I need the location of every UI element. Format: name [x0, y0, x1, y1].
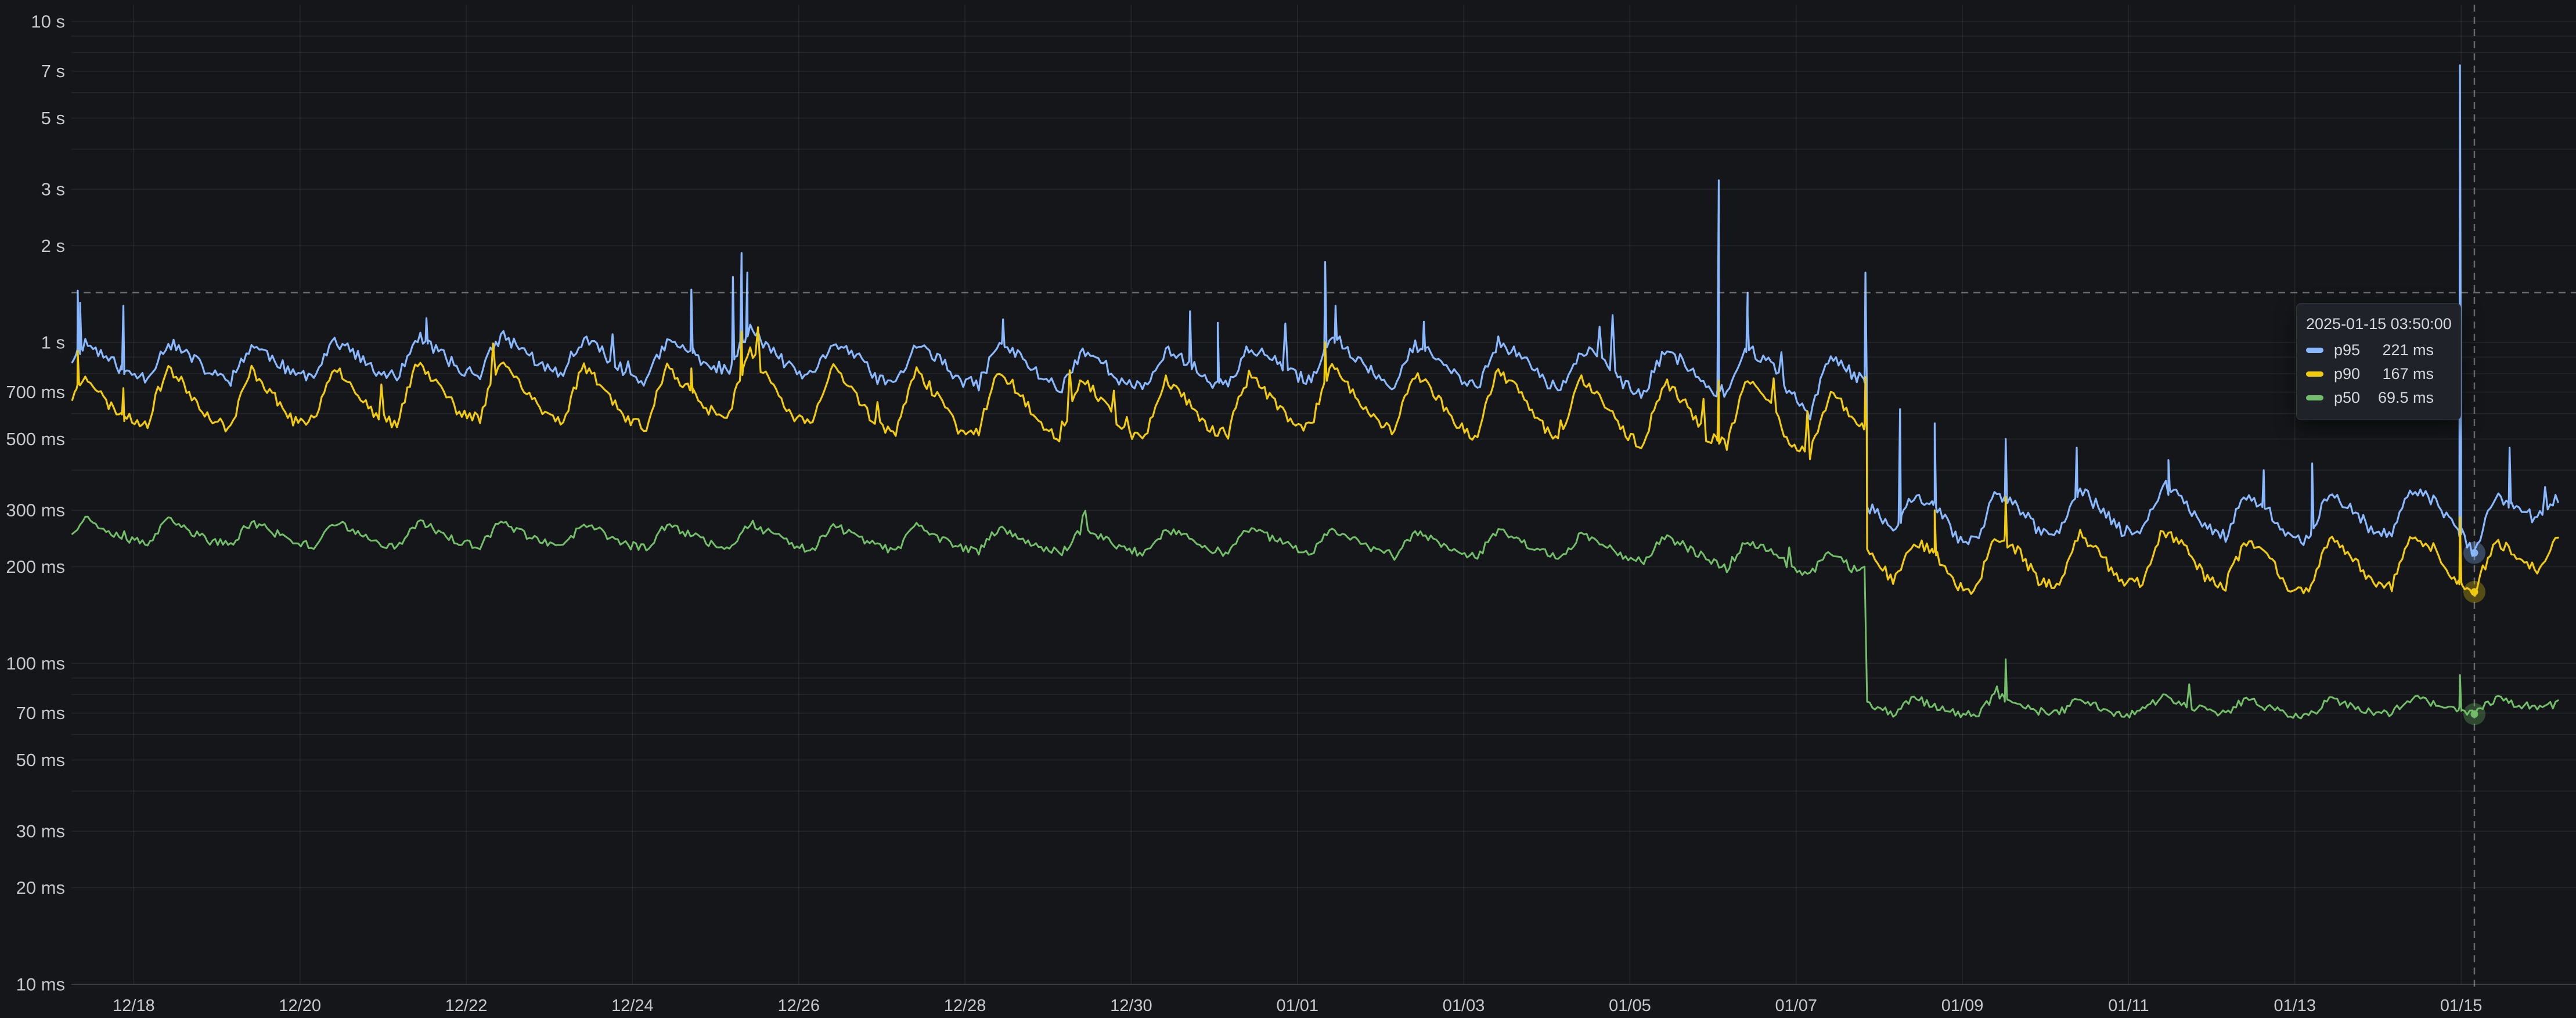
y-axis-tick-label: 50 ms [16, 750, 65, 770]
y-axis-tick-label: 3 s [41, 179, 65, 200]
tooltip-series-value: 221 ms [2382, 341, 2447, 359]
latency-panel: 10 s 7 s 5 s 3 s 2 s 1 s 700 ms 500 ms 300 ms 200… [0, 0, 2576, 1018]
hover-tooltip: 2025-01-15 03:50:00 p95 221 ms p90 167 m… [2296, 303, 2461, 420]
y-axis-tick-label: 700 ms [6, 382, 65, 402]
x-axis-tick-label: 12/24 [611, 997, 654, 1015]
x-axis-tick-label: 01/07 [1775, 997, 1817, 1015]
x-axis-tick-label: 01/05 [1609, 997, 1651, 1015]
x-axis-tick-label: 01/13 [2274, 997, 2316, 1015]
tooltip-series-label: p50 [2334, 389, 2378, 407]
y-axis-tick-label: 1 s [41, 333, 65, 353]
x-axis-tick-label: 12/22 [445, 997, 488, 1015]
x-axis-tick-label: 01/09 [1941, 997, 1984, 1015]
hover-point-p50 [2470, 710, 2478, 718]
y-axis-tick-label: 2 s [41, 236, 65, 256]
x-axis-tick-label: 01/03 [1443, 997, 1485, 1015]
latency-percentiles-chart[interactable]: 10 s 7 s 5 s 3 s 2 s 1 s 700 ms 500 ms 300 ms 200… [0, 0, 2576, 1018]
y-axis-tick-label: 200 ms [6, 557, 65, 577]
x-axis-tick-label: 12/18 [113, 997, 155, 1015]
tooltip-timestamp: 2025-01-15 03:50:00 [2306, 315, 2447, 333]
tooltip-swatch-p50 [2306, 395, 2323, 400]
y-axis-tick-label: 10 s [31, 12, 65, 32]
y-axis-tick-label: 100 ms [6, 654, 65, 674]
x-axis-tick-label: 01/15 [2440, 997, 2483, 1015]
tooltip-row-p95: p95 221 ms [2306, 341, 2447, 359]
tooltip-series-label: p95 [2334, 341, 2382, 359]
hover-point-p95 [2470, 549, 2478, 557]
x-axis-tick-label: 01/11 [2108, 997, 2149, 1015]
tooltip-series-value: 167 ms [2382, 365, 2447, 383]
y-axis-tick-label: 500 ms [6, 429, 65, 449]
tooltip-swatch-p90 [2306, 371, 2323, 377]
y-axis-tick-label: 7 s [41, 61, 65, 81]
y-axis-tick-label: 10 ms [16, 974, 65, 995]
y-axis-tick-label: 300 ms [6, 500, 65, 521]
tooltip-swatch-p95 [2306, 348, 2323, 353]
y-axis-tick-label: 70 ms [16, 703, 65, 723]
x-axis-tick-label: 12/26 [777, 997, 820, 1015]
y-axis-tick-label: 20 ms [16, 878, 65, 898]
x-axis-tick-label: 12/28 [944, 997, 986, 1015]
x-axis-labels: 12/18 12/20 12/22 12/24 12/26 12/28 12/30 01/01… [113, 997, 2482, 1015]
tooltip-row-p90: p90 167 ms [2306, 365, 2447, 383]
x-axis-tick-label: 01/01 [1276, 997, 1318, 1015]
tooltip-series-label: p90 [2334, 365, 2382, 383]
hover-point-p90 [2470, 588, 2478, 595]
x-axis-tick-label: 12/30 [1110, 997, 1152, 1015]
tooltip-series-value: 69.5 ms [2378, 389, 2447, 407]
y-axis-tick-label: 30 ms [16, 821, 65, 842]
y-axis-tick-label: 5 s [41, 108, 65, 128]
x-axis-tick-label: 12/20 [279, 997, 321, 1015]
tooltip-row-p50: p50 69.5 ms [2306, 389, 2447, 407]
